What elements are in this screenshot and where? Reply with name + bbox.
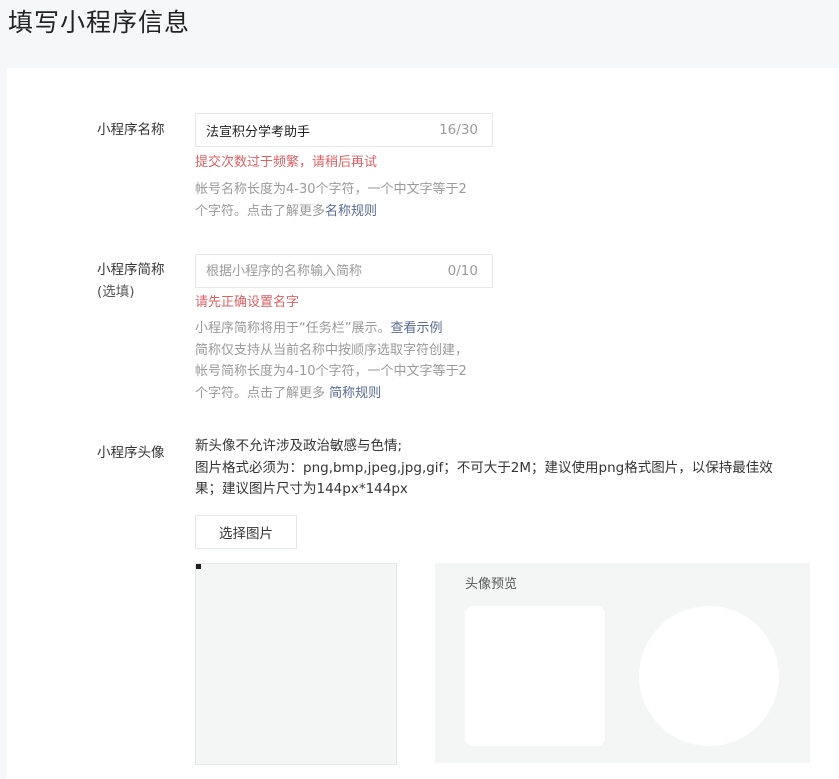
short-name-optional: (选填): [97, 284, 135, 300]
short-name-tip-line: 简称仅支持从当前名称中按顺序选取字符创建，: [195, 342, 469, 358]
short-name-tip: 小程序简称将用于“任务栏”展示。查看示例 简称仅支持从当前名称中按顺序选取字符创…: [195, 318, 495, 404]
short-name-counter: 0/10: [447, 263, 478, 279]
name-input-box[interactable]: 16/30: [195, 113, 493, 147]
short-name-rules-link[interactable]: 简称规则: [329, 386, 381, 401]
short-name-tip-line: 帐号简称长度为4-10个字符，一个中文字等于2: [195, 364, 467, 379]
crop-handle[interactable]: [196, 564, 201, 569]
avatar-preview-circle: [639, 606, 779, 746]
avatar-label: 小程序头像: [97, 445, 165, 461]
form-card: 小程序名称 16/30 提交次数过于频繁，请稍后再试 帐号名称长度为4-30个字…: [7, 68, 839, 779]
short-name-tip-line: 小程序简称将用于“任务栏”展示。查看示例: [195, 318, 495, 340]
short-name-tip-text: 个字符。点击了解更多: [195, 385, 330, 401]
avatar-desc-line: 图片格式必须为：png,bmp,jpeg,jpg,gif；不可大于2M；建议使用…: [195, 459, 773, 476]
avatar-preview-square: [465, 606, 605, 746]
avatar-preview-title: 头像预览: [465, 577, 518, 592]
short-name-label: 小程序简称 (选填): [97, 259, 165, 303]
name-rules-link[interactable]: 名称规则: [325, 204, 377, 219]
avatar-desc-line: 新头像不允许涉及政治敏感与色情;: [195, 438, 403, 454]
page-title: 填写小程序信息: [8, 8, 191, 37]
avatar-desc-line: 果；建议图片尺寸为144px*144px: [195, 481, 408, 497]
name-input[interactable]: [206, 114, 426, 146]
short-name-tip-line: 个字符。点击了解更多 简称规则: [195, 383, 495, 405]
short-name-error: 请先正确设置名字: [195, 295, 300, 310]
name-tip-line: 帐号名称长度为4-30个字符，一个中文字等于2: [195, 182, 467, 197]
name-tip: 帐号名称长度为4-30个字符，一个中文字等于2 个字符。点击了解更多名称规则: [195, 179, 495, 222]
avatar-preview-panel: 头像预览: [435, 563, 810, 763]
name-label: 小程序名称: [97, 122, 165, 138]
short-name-tip-text: 小程序简称将用于“任务栏”展示。: [195, 321, 391, 336]
name-tip-text: 个字符。点击了解更多: [195, 203, 326, 219]
short-name-input-box[interactable]: 0/10: [195, 254, 493, 288]
avatar-upload-area[interactable]: [195, 563, 397, 765]
short-name-input[interactable]: [206, 255, 426, 287]
avatar-description: 新头像不允许涉及政治敏感与色情; 图片格式必须为：png,bmp,jpeg,jp…: [195, 436, 773, 501]
view-example-link[interactable]: 查看示例: [390, 321, 442, 336]
name-counter: 16/30: [439, 122, 478, 138]
short-name-label-text: 小程序简称: [97, 262, 165, 278]
name-tip-line: 个字符。点击了解更多名称规则: [195, 201, 495, 223]
select-image-button[interactable]: 选择图片: [195, 515, 297, 549]
name-error: 提交次数过于频繁，请稍后再试: [195, 155, 378, 170]
